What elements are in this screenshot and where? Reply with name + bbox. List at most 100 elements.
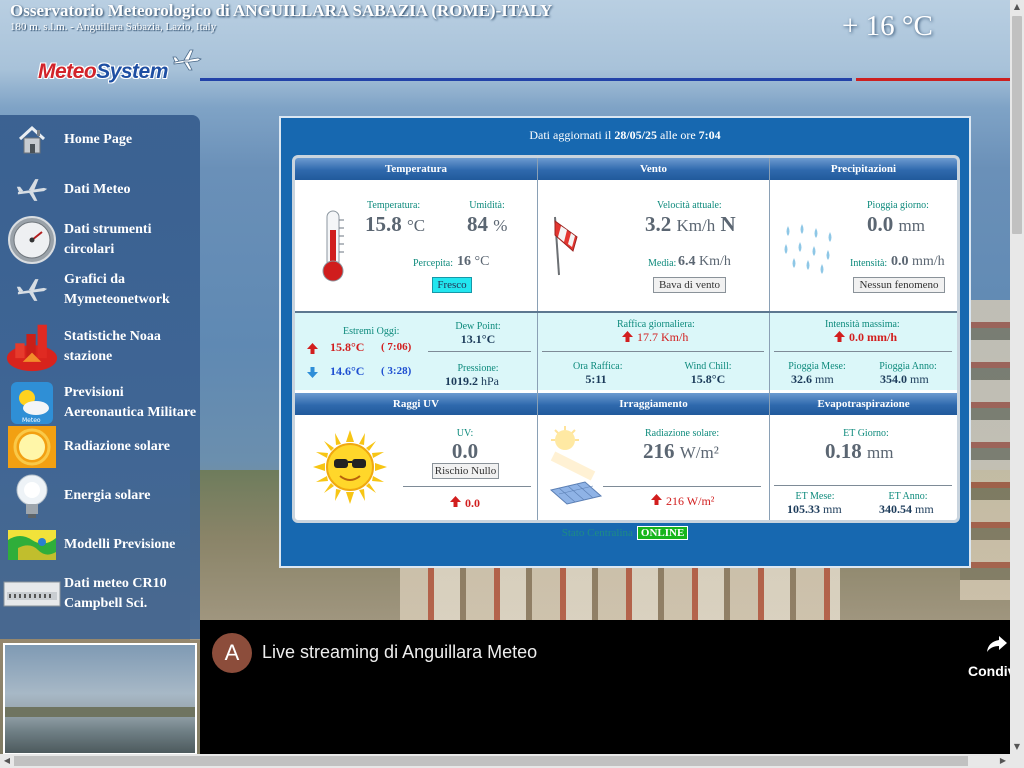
wind-speed-unit: Km/h [676,216,716,235]
scroll-right-arrow-icon[interactable]: ▶ [996,754,1010,768]
scroll-down-arrow-icon[interactable]: ▼ [1010,740,1024,754]
et-day-number: 0.18 [825,439,862,463]
up-arrow-icon [307,343,318,354]
humidity-value: 84 % [467,212,507,237]
horizontal-scroll-thumb[interactable] [14,756,968,766]
column-separator [537,158,538,520]
sidebar-item-dati-strumenti-circolari[interactable]: Dati strumenti circolari [0,216,200,264]
gust-value: 17.7 Km/h [637,330,689,344]
max-temp-time: ( 7:06) [381,341,412,353]
scroll-up-arrow-icon[interactable]: ▲ [1010,0,1024,14]
header-line-blue [200,78,852,81]
wind-avg-label: Media: [648,258,677,269]
dew-point-value: 13.1°C [460,332,496,346]
radiation-label: Radiazione solare: [645,428,720,439]
et-year-value: 340.54 mm [879,502,934,517]
temperature-unit: °C [407,216,426,235]
radiation-number: 216 [643,439,675,463]
last-update-text: Dati aggiornati il 28/05/25 alle ore 7:0… [281,128,969,143]
divider [774,485,952,486]
wind-speed-label: Velocità attuale: [657,200,722,211]
gust-label: Raffica giornaliera: [617,319,695,330]
sidebar-item-label: Previsioni Aereonautica Militare [64,385,197,420]
gust-time-label: Ora Raffica: [573,361,623,372]
min-temp-value: 14.6°C [330,364,365,378]
et-month-label: ET Mese: [795,491,835,502]
section-header-raggi-uv: Raggi UV [295,393,537,415]
sidebar-item-grafici-mymeteonetwork[interactable]: Grafici da Mymeteonetwork [0,266,200,314]
sun-icon [6,424,58,470]
wind-avg-number: 6.4 [678,254,696,269]
section-header-temperatura: Temperatura [295,158,537,180]
humidity-unit: % [493,216,508,235]
vertical-scrollbar[interactable]: ▲ ▼ [1010,0,1024,754]
sidebar-item-energia-solare[interactable]: Energia solare [0,472,200,520]
plane-icon [6,267,58,313]
rain-intensity-number: 0.0 [891,254,909,269]
down-arrow-icon [307,367,318,378]
rain-month-number: 32.6 [791,372,812,386]
et-month-value: 105.33 mm [787,502,842,517]
rain-month-unit: mm [815,372,834,386]
online-badge: ONLINE [636,526,689,540]
wind-chill-label: Wind Chill: [684,361,732,372]
max-intensity-label: Intensità massima: [825,319,900,330]
divider [428,351,531,352]
webcam-thumbnail[interactable] [3,643,197,755]
sidebar-item-dati-meteo[interactable]: Dati Meteo [0,166,200,214]
meteosystem-logo[interactable]: MeteoSystem [38,60,168,84]
logo-part-meteo: Meteo [38,60,97,83]
live-stream-embed[interactable]: A Live streaming di Anguillara Meteo Con… [200,620,1019,754]
extremes-label: Estremi Oggi: [343,326,400,337]
rain-day-value: 0.0 mm [867,212,925,237]
vertical-scroll-thumb[interactable] [1012,16,1022,234]
sidebar-item-radiazione-solare[interactable]: Radiazione solare [0,423,200,471]
temperature-value: 15.8 °C [365,212,425,237]
sidebar-item-modelli-previsione[interactable]: Modelli Previsione [0,521,200,569]
sidebar-item-statistiche-noaa[interactable]: Statistiche Noaa stazione [0,319,200,375]
radiation-unit: W/m² [679,443,719,462]
webcam-shoreline [5,707,195,717]
up-arrow-icon [651,494,662,505]
header-current-temp: + 16 °C [842,10,933,42]
horizontal-scrollbar[interactable]: ◀ ▶ [0,754,1024,768]
sidebar-item-previsioni-aeronautica[interactable]: Meteo Previsioni Aereonautica Militare [0,379,200,427]
perceived-value: 16 °C [457,254,489,270]
scroll-left-arrow-icon[interactable]: ◀ [0,754,14,768]
divider [403,486,531,487]
humidity-label: Umidità: [469,200,505,211]
sidebar-item-dati-meteo-cr10[interactable]: Dati meteo CR10 Campbell Sci. [0,570,200,618]
pressure-number: 1019.2 [445,374,478,388]
pressure-label: Pressione: [457,363,499,374]
update-date: 28/05/25 [614,128,657,142]
uv-max-value: 0.0 [465,496,480,510]
max-temp-value: 15.8°C [330,340,365,354]
gust-time-value: 5:11 [585,372,607,386]
house-icon [6,117,58,163]
rain-badge: Nessun fenomeno [853,277,945,293]
up-arrow-icon [834,331,845,342]
perceived-badge: Fresco [432,277,472,293]
channel-avatar[interactable]: A [212,633,252,673]
station-status-label: Stato Centralina [561,527,633,539]
radiation-value: 216 W/m² [643,439,719,464]
logo-plane-icon [172,49,202,71]
et-day-label: ET Giorno: [843,428,889,439]
update-time: 7:04 [698,128,721,142]
video-title[interactable]: Live streaming di Anguillara Meteo [262,642,537,663]
update-prefix: Dati aggiornati il [529,128,615,142]
rain-drops-icon [784,224,832,274]
wind-speed-number: 3.2 [645,212,672,236]
rain-year-number: 354.0 [880,372,907,386]
sidebar-item-label: Radiazione solare [64,439,170,454]
max-intensity-value: 0.0 mm/h [849,330,897,344]
column-separator [769,158,770,520]
rain-day-label: Pioggia giorno: [867,200,929,211]
sidebar-item-home-page[interactable]: Home Page [0,116,200,164]
solar-panel-icon [549,426,603,505]
up-arrow-icon [622,331,633,342]
uv-value: 0.0 [451,439,479,463]
share-icon[interactable] [986,634,1008,654]
sidebar-item-label: Energia solare [64,488,151,503]
et-day-value: 0.18 mm [825,439,893,464]
